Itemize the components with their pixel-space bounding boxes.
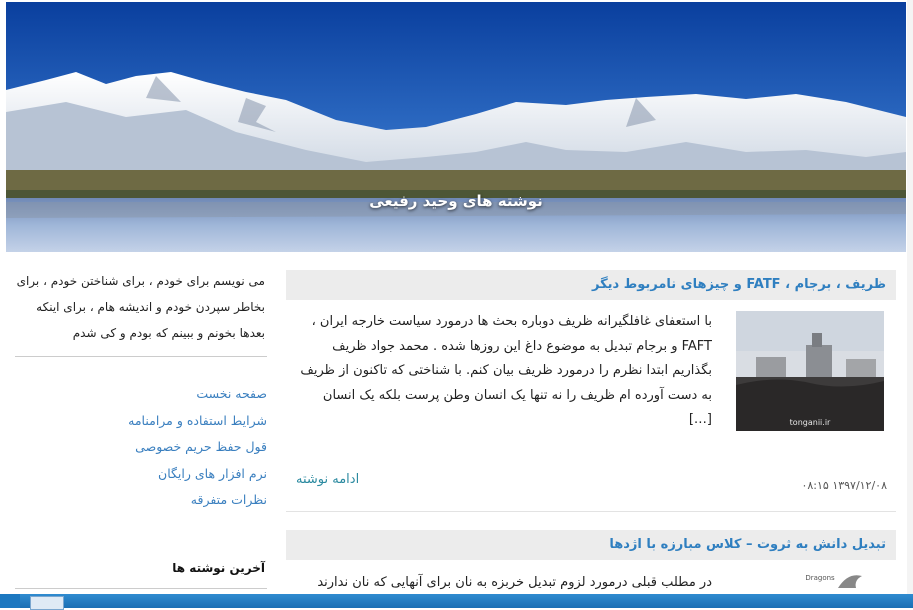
start-button[interactable] xyxy=(0,594,20,608)
post-title-bar: ظریف ، برجام ، FATF و چیزهای نامربوط دیگ… xyxy=(286,270,896,300)
recent-posts-heading: آخرین نوشته ها xyxy=(172,561,265,575)
post-title-link[interactable]: تبدیل دانش به ثروت – کلاس مبارزه با اژده… xyxy=(609,530,886,560)
divider xyxy=(15,356,267,357)
sidebar-link-terms[interactable]: شرایط استفاده و مرامنامه xyxy=(15,408,267,435)
read-more-link[interactable]: ادامه نوشته xyxy=(296,472,359,487)
post-title-link[interactable]: ظریف ، برجام ، FATF و چیزهای نامربوط دیگ… xyxy=(592,270,886,300)
post-thumbnail[interactable]: tonganii.ir xyxy=(736,311,884,431)
sidebar-link-home[interactable]: صفحه نخست xyxy=(15,381,267,408)
sidebar-links: صفحه نخست شرایط استفاده و مرامنامه قول ح… xyxy=(15,381,267,514)
post-title-bar: تبدیل دانش به ثروت – کلاس مبارزه با اژده… xyxy=(286,530,896,560)
sidebar-link-misc-comments[interactable]: نظرات متفرقه xyxy=(15,487,267,514)
thumbnail-watermark: tonganii.ir xyxy=(790,418,831,427)
header-banner: نوشته های وحید رفیعی xyxy=(6,2,906,252)
page-edge xyxy=(907,0,913,594)
site-title[interactable]: نوشته های وحید رفیعی xyxy=(6,192,906,210)
thumbnail-label: Dragons xyxy=(805,574,835,582)
about-text: می نویسم برای خودم ، برای شناختن خودم ، … xyxy=(16,274,265,340)
divider xyxy=(286,511,896,512)
divider xyxy=(15,588,267,589)
sidebar-link-free-software[interactable]: نرم افزار های رایگان xyxy=(15,461,267,488)
sidebar-link-privacy[interactable]: قول حفظ حریم خصوصی xyxy=(15,434,267,461)
post-excerpt: با استعفای غافلگیرانه ظریف دوباره بحث ها… xyxy=(300,314,712,427)
post-date: ۱۳۹۷/۱۲/۰۸ ۰۸:۱۵ xyxy=(801,479,887,492)
sidebar: می نویسم برای خودم ، برای شناختن خودم ، … xyxy=(15,268,267,514)
post-excerpt: در مطلب قبلی درمورد لزوم تبدیل خربزه به … xyxy=(317,575,712,590)
taskbar xyxy=(0,594,913,610)
mountain-landscape-image xyxy=(6,2,906,252)
post-thumbnail[interactable]: Dragons xyxy=(790,566,880,596)
